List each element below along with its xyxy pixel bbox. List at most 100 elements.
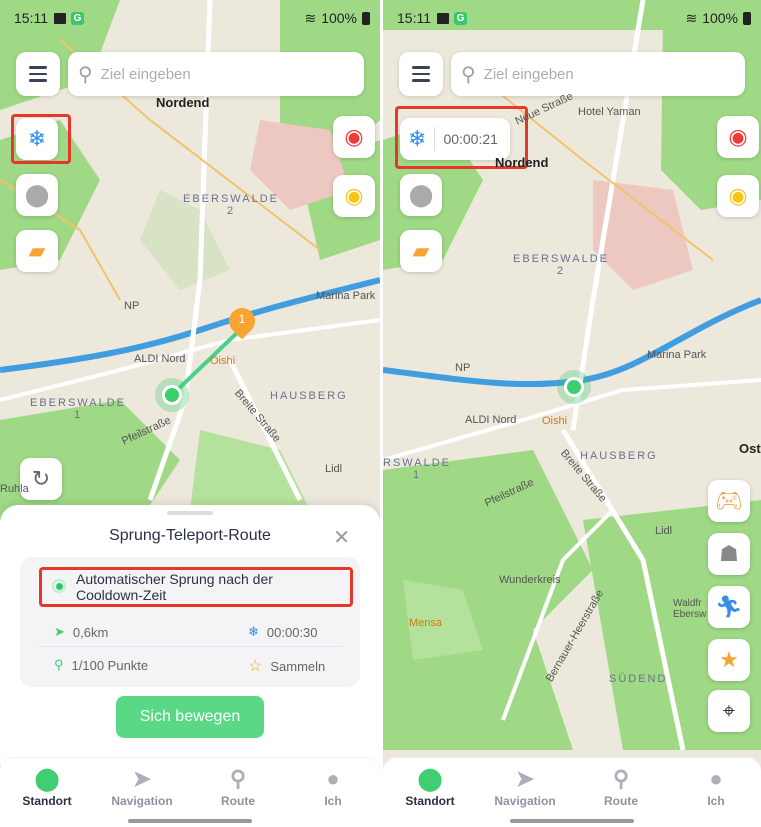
bottom-nav: ⬤ Standort ➤ Navigation ⚲ Route ● Ich [383,757,761,827]
tab-navigation[interactable]: ➤ Navigation [480,764,570,808]
pokeball-icon: ◉ [728,183,748,208]
drag-handle[interactable] [167,511,213,515]
search-bar[interactable]: ⚲ [68,52,364,96]
radar-button[interactable]: ◉ [333,116,375,158]
refresh-icon: ↻ [31,466,51,491]
highlight-box [39,567,353,607]
battery-icon [362,11,370,25]
battery-icon [743,11,751,25]
map-label: Ruhla [0,483,29,495]
map-pin-icon: ⬤ [408,182,434,207]
map-label: Wunderkreis [499,574,561,586]
map-pin-icon: ⬤ [24,182,50,207]
crosshair-icon: ⌖ [722,698,736,723]
map-label: EBERSWALDE 2 [513,253,610,277]
tab-standort[interactable]: ⬤ Standort [2,764,92,808]
location-pin-icon: ⬤ [417,766,443,791]
image-icon [437,12,449,24]
map-label: ALDI Nord [134,353,186,365]
map-label: Hotel Yaman [578,106,641,118]
waypoint-number: 1 [238,312,246,326]
person-icon: ● [326,766,340,791]
search-bar[interactable]: ⚲ [451,52,745,96]
tab-ich[interactable]: ● Ich [671,764,761,808]
menu-button[interactable] [16,52,60,96]
map-label: HAUSBERG [580,450,658,462]
map-label: Nordend [156,95,210,110]
radar-icon: ◉ [728,124,748,149]
location-marker-button[interactable]: ⬤ [16,174,58,216]
paper-plane-icon: ➤ [515,766,535,791]
map-label: EBERSWALDE 2 [183,193,280,217]
search-icon: ⚲ [78,63,93,86]
radar-icon: ◉ [344,124,364,149]
teleport-route-sheet: Sprung-Teleport-Route ✕ Automatischer Sp… [0,505,380,765]
star-icon: ★ [719,647,739,672]
current-location-marker [557,370,591,404]
route-icon: ⚲ [612,766,630,791]
collect-label: Sammeln [270,658,326,674]
map-label: Mensa [409,617,443,629]
speed-button[interactable]: 🏃︎ [708,586,750,628]
tab-ich[interactable]: ● Ich [288,764,378,808]
search-icon: ⚲ [461,63,476,86]
phone-right: 15:11 G ≋100% ⚲ ❄00:00:21 ⬤ ▰ ◉ ◉ 🎮︎ ☗ 🏃… [383,0,761,827]
search-input[interactable] [100,65,364,83]
favorites-button[interactable]: ★ [708,639,750,681]
points-count: 1/100 Punkte [71,657,149,673]
snowflake-icon: ❄ [248,624,259,639]
wifi-icon: ≋ [685,9,698,26]
battery-level: 100% [702,10,738,26]
app-shield-icon: G [454,11,467,25]
search-input[interactable] [483,65,745,83]
route-icon: ⚲ [229,766,247,791]
map-label: Oishi [210,355,236,367]
tab-route[interactable]: ⚲ Route [193,764,283,808]
radar-button[interactable]: ◉ [717,116,759,158]
close-icon[interactable]: ✕ [333,525,350,550]
paper-plane-icon: ➤ [132,766,152,791]
map-label: Nordend [495,155,549,170]
person-icon: ● [709,766,723,791]
highlight-box [11,114,71,164]
clock: 15:11 [397,10,431,26]
location-marker-button[interactable]: ⬤ [400,174,442,216]
auto-walk-button[interactable]: ☗ [708,533,750,575]
app-shield-icon: G [71,11,84,25]
bottom-nav: ⬤ Standort ➤ Navigation ⚲ Route ● Ich [0,757,380,827]
pokeball-button[interactable]: ◉ [717,175,759,217]
divider [38,646,342,647]
import-folder-button[interactable]: ▰ [16,230,58,272]
tab-navigation[interactable]: ➤ Navigation [97,764,187,808]
import-folder-button[interactable]: ▰ [400,230,442,272]
status-bar: 15:11 G ≋ 100% [14,9,370,27]
map-label: NP [124,300,140,312]
pokeball-button[interactable]: ◉ [333,175,375,217]
home-indicator [510,819,634,823]
wifi-icon: ≋ [304,9,317,26]
map-label: HAUSBERG [270,390,348,402]
robot-icon: ☗ [719,541,739,566]
map-label: EBERSWALDE 1 [30,397,127,421]
cooldown-value: 00:00:30 [266,624,318,640]
joystick-button[interactable]: 🎮︎ [708,480,750,522]
collect-button[interactable]: ☆ Sammeln [248,656,325,676]
map-label: Marina Park [316,290,376,302]
sheet-title: Sprung-Teleport-Route [109,527,271,544]
navigation-arrow-icon: ➤ [54,624,65,639]
menu-button[interactable] [399,52,443,96]
map-label: Marina Park [647,349,707,361]
image-icon [54,12,66,24]
move-button[interactable]: Sich bewegen [116,696,264,738]
home-indicator [128,819,252,823]
map-label: Ost [739,441,761,456]
map-label: NP [455,362,471,374]
tab-standort[interactable]: ⬤ Standort [385,764,475,808]
locate-me-button[interactable]: ⌖ [708,690,750,732]
map-label: Oishi [542,415,568,427]
runner-icon: 🏃︎ [715,594,743,619]
pokeball-icon: ◉ [344,183,364,208]
route-points-icon: ⚲ [54,657,64,672]
tab-route[interactable]: ⚲ Route [576,764,666,808]
map-label: Lidl [655,525,673,537]
